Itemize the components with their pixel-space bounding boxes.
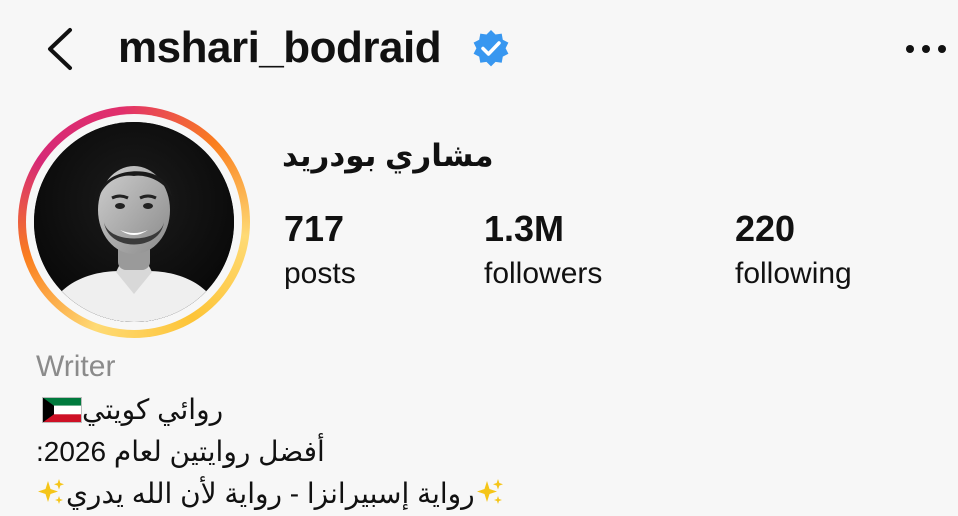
posts-stat[interactable]: 717 posts — [284, 208, 356, 292]
display-name: مشاري بودريد — [282, 138, 494, 173]
following-stat[interactable]: 220 following — [735, 208, 852, 292]
more-options-button[interactable] — [902, 34, 950, 64]
followers-label: followers — [484, 257, 603, 290]
followers-stat[interactable]: 1.3M followers — [484, 208, 602, 292]
posts-count: 717 — [284, 208, 345, 249]
sparkles-icon — [36, 477, 66, 507]
kuwait-flag-icon — [42, 396, 82, 423]
chevron-left-icon — [48, 28, 72, 70]
back-button[interactable] — [42, 24, 82, 74]
story-ring[interactable] — [18, 106, 250, 338]
bio-line-3: رواية إسبيرانزا - رواية لأن الله يدري — [36, 476, 505, 512]
profile-header: mshari_bodraid — [0, 0, 958, 100]
bio-line-3-text: رواية إسبيرانزا - رواية لأن الله يدري — [66, 478, 475, 509]
followers-count: 1.3M — [484, 208, 565, 249]
bio-line-1-text: روائي كويتي — [82, 394, 224, 425]
verified-badge-icon — [470, 28, 512, 70]
following-label: following — [735, 257, 852, 290]
sparkles-icon — [475, 477, 505, 507]
bio-line-2-text: أفضل روايتين لعام 2026: — [36, 436, 325, 467]
avatar[interactable] — [34, 122, 234, 322]
username: mshari_bodraid — [118, 23, 442, 72]
posts-label: posts — [284, 257, 356, 290]
profile-category: Writer — [36, 350, 116, 383]
bio-line-1: روائي كويتي — [36, 392, 223, 428]
following-count: 220 — [735, 208, 796, 249]
avatar-photo — [34, 122, 234, 322]
bio-line-2: أفضل روايتين لعام 2026: — [36, 434, 325, 470]
ellipsis-icon — [906, 45, 946, 53]
